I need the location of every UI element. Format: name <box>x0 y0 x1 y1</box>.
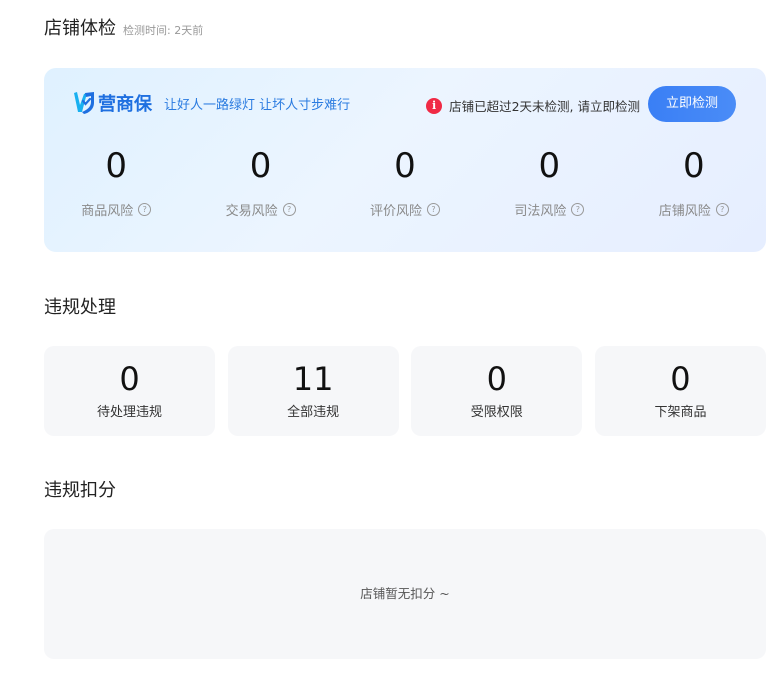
alert-text: 店铺已超过2天未检测, 请立即检测 <box>449 99 640 114</box>
stat-all-violations[interactable]: 11 全部违规 <box>227 346 399 436</box>
deduction-empty-state: 店铺暂无扣分 ~ <box>44 529 766 659</box>
risk-label[interactable]: 评价风险 ? <box>370 200 440 219</box>
risk-label[interactable]: 商品风险 ? <box>81 200 152 219</box>
risk-item-trade: 0 交易风险 ? <box>188 146 332 219</box>
stat-pending-violations[interactable]: 0 待处理违规 <box>44 346 215 436</box>
brand-slogan: 让好人一路绿灯 让坏人寸步难行 <box>164 97 351 113</box>
stat-label: 全部违规 <box>287 405 340 420</box>
detect-alert: i 店铺已超过2天未检测, 请立即检测 <box>426 96 640 115</box>
risk-label-text: 交易风险 <box>225 204 278 219</box>
stat-label: 受限权限 <box>470 405 523 420</box>
health-section-header: 店铺体检 检测时间: 2天前 <box>44 17 203 43</box>
stat-value: 0 <box>119 360 140 398</box>
stat-delisted-products[interactable]: 0 下架商品 <box>594 346 766 436</box>
risk-label-text: 评价风险 <box>369 204 422 219</box>
stat-label: 下架商品 <box>654 405 707 420</box>
risk-label[interactable]: 交易风险 ? <box>226 200 296 219</box>
risk-value: 0 <box>538 146 561 186</box>
info-icon: i <box>426 97 443 114</box>
stat-restricted-permissions[interactable]: 0 受限权限 <box>411 346 583 436</box>
shield-check-icon <box>72 90 96 116</box>
check-time: 检测时间: 2天前 <box>123 24 204 37</box>
risk-label-text: 司法风险 <box>514 204 567 219</box>
risk-label[interactable]: 店铺风险 ? <box>659 200 729 219</box>
health-title: 店铺体检 <box>44 18 116 39</box>
risk-label-text: 商品风险 <box>81 204 134 219</box>
risk-item-judicial: 0 司法风险 ? <box>477 146 621 219</box>
question-icon[interactable]: ? <box>138 203 152 216</box>
brand-name: 营商保 <box>98 94 152 115</box>
deduction-title: 违规扣分 <box>44 480 116 501</box>
detect-now-button[interactable]: 立即检测 <box>648 86 736 122</box>
risk-value: 0 <box>682 146 705 186</box>
violation-title: 违规处理 <box>44 297 116 318</box>
question-icon[interactable]: ? <box>426 203 440 216</box>
risk-item-review: 0 评价风险 ? <box>333 146 477 219</box>
stat-value: 0 <box>486 360 507 398</box>
risk-item-shop: 0 店铺风险 ? <box>622 146 766 219</box>
brand: 营商保 让好人一路绿灯 让坏人寸步难行 <box>72 90 350 116</box>
question-icon[interactable]: ? <box>715 203 729 216</box>
risk-value: 0 <box>249 146 272 186</box>
deduction-empty-text: 店铺暂无扣分 ~ <box>360 586 450 601</box>
risk-value: 0 <box>105 146 128 186</box>
risk-label[interactable]: 司法风险 ? <box>514 200 585 219</box>
question-icon[interactable]: ? <box>571 203 585 216</box>
risk-item-product: 0 商品风险 ? <box>44 146 188 219</box>
shop-health-page: 店铺体检 检测时间: 2天前 营商保 让好人一路绿灯 让坏人寸步难行 i 店铺已… <box>0 0 783 682</box>
violation-stats: 0 待处理违规 11 全部违规 0 受限权限 0 下架商品 <box>44 346 766 436</box>
risk-list: 0 商品风险 ? 0 交易风险 ? 0 评价风险 ? 0 司法风险 ? 0 店铺… <box>44 146 766 219</box>
stat-value: 11 <box>292 360 334 398</box>
health-card: 营商保 让好人一路绿灯 让坏人寸步难行 i 店铺已超过2天未检测, 请立即检测 … <box>44 68 766 252</box>
stat-value: 0 <box>670 360 691 398</box>
risk-label-text: 店铺风险 <box>658 204 711 219</box>
risk-value: 0 <box>394 146 416 186</box>
stat-label: 待处理违规 <box>96 405 162 420</box>
question-icon[interactable]: ? <box>282 203 296 216</box>
